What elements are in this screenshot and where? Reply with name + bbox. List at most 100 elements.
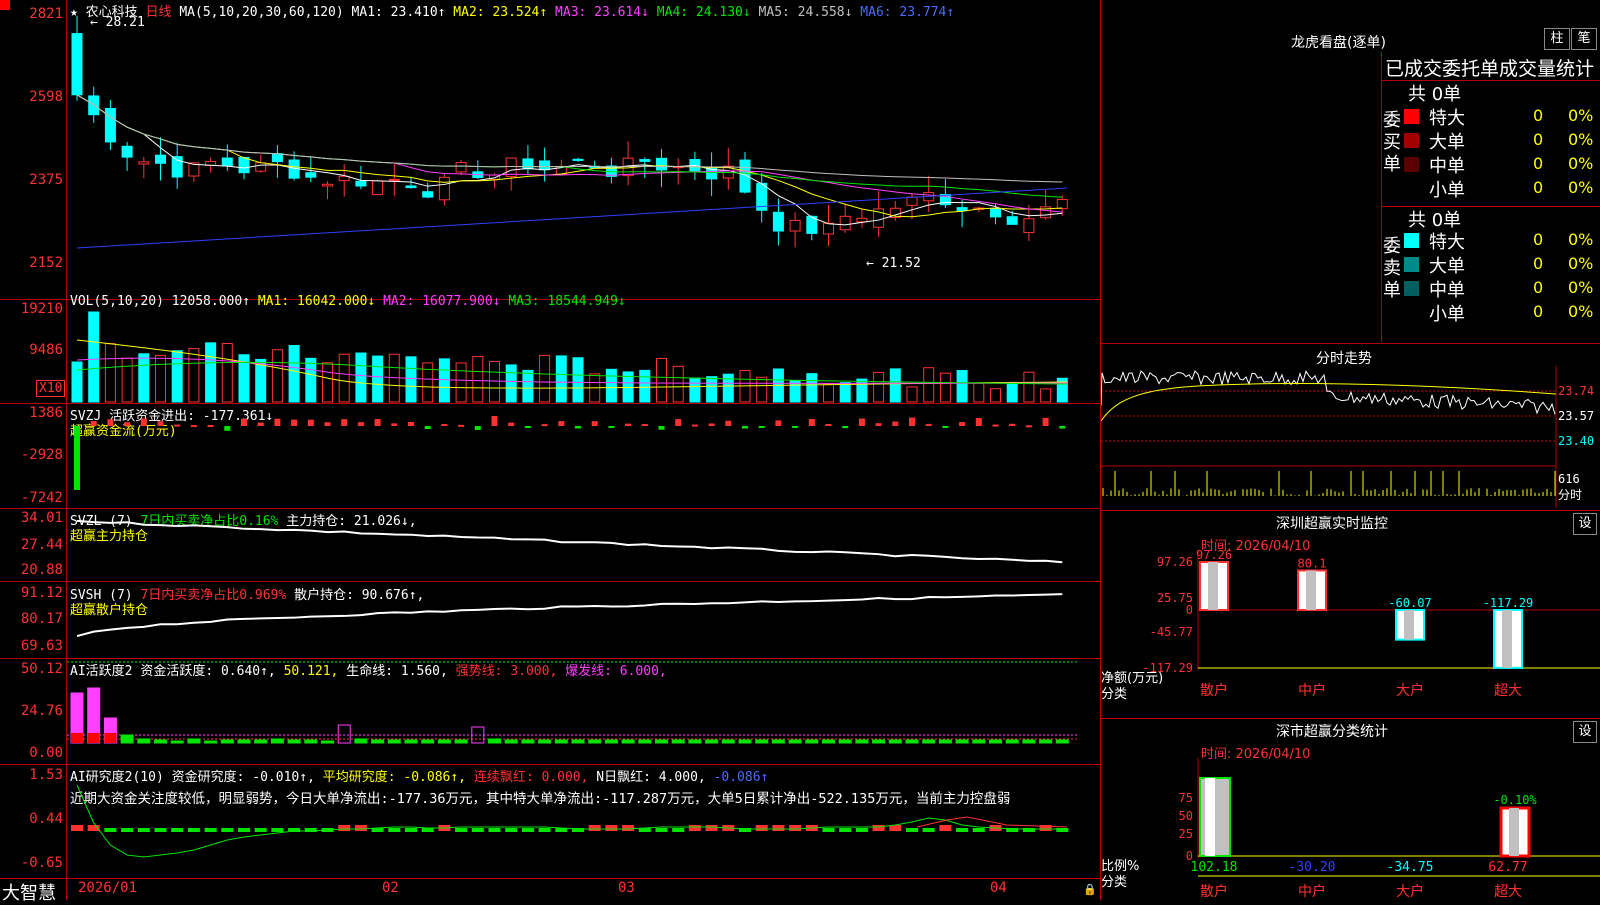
svzj-bar <box>675 419 682 426</box>
volume-bar <box>355 352 367 403</box>
ai1-bar <box>838 739 852 744</box>
candle-body <box>255 162 267 172</box>
class-chart[interactable]: 7550250-0.10%102.18散户-30.20中户-34.75大户62.… <box>1101 758 1600 900</box>
ai2-bar <box>187 828 200 832</box>
svzj-tick: 1386 <box>29 405 63 421</box>
svzj-bar <box>508 422 515 426</box>
pen-mode-button[interactable]: 笔 <box>1571 28 1597 50</box>
ai1-bar <box>571 739 585 744</box>
candle-body <box>772 211 784 232</box>
row-percent: 0% <box>1568 130 1594 149</box>
x-axis-label: 2026/01 <box>78 880 138 896</box>
row-volume: 0 <box>1533 106 1544 125</box>
volume-bar <box>639 369 651 403</box>
lhkp-title: 龙虎看盘(逐单) <box>1291 35 1386 51</box>
candle-body <box>856 217 868 223</box>
ai2-bar <box>922 828 935 832</box>
ai1-bar <box>270 738 284 744</box>
vol-tick: 9486 <box>29 342 63 358</box>
buy-side-label: 委买单 <box>1383 110 1401 175</box>
candle-body <box>422 191 434 198</box>
ai2-bar <box>672 828 685 832</box>
ai1-bar <box>404 739 418 744</box>
volume-bar <box>605 368 617 403</box>
monitor-settings-button[interactable]: 设 <box>1573 513 1597 535</box>
svsh-chart[interactable] <box>67 582 1100 658</box>
svzj-bar <box>408 421 414 426</box>
svzj-bar <box>875 423 882 426</box>
svzj-bar <box>524 426 531 428</box>
volume-bar <box>188 348 200 403</box>
bar-mode-button[interactable]: 柱 <box>1544 28 1570 50</box>
ai2-bar <box>204 828 217 832</box>
svzj-bar <box>291 419 298 426</box>
ai2-bar <box>121 828 134 832</box>
svzj-bar <box>959 422 966 426</box>
ma30-line <box>76 94 1063 198</box>
class-value: 102.18 <box>1191 860 1238 875</box>
row-volume: 0 <box>1533 178 1544 197</box>
ai2-bar <box>789 825 802 831</box>
row-color-swatch <box>1404 133 1419 148</box>
svzj-bar <box>107 419 114 426</box>
divider-class <box>1101 718 1600 719</box>
ai1-bar <box>454 739 468 744</box>
ai1-bar <box>504 739 518 744</box>
volume-chart[interactable] <box>67 300 1100 403</box>
ai2-bar <box>839 828 852 832</box>
ai1-bar <box>437 739 451 744</box>
ai1-bar <box>120 734 134 744</box>
candle-body <box>639 159 651 162</box>
monitor-title: 深圳超赢实时监控 <box>1276 516 1388 532</box>
intraday-tick: 616 <box>1558 472 1580 486</box>
ai1-bar <box>554 739 568 744</box>
ai2-bar <box>221 828 234 832</box>
svzl-chart[interactable] <box>67 509 1100 581</box>
ai1-bar <box>1005 739 1019 744</box>
lock-icon[interactable]: 🔒 <box>1083 883 1097 896</box>
svzj-chart[interactable] <box>67 404 1100 508</box>
ai1-bar <box>321 740 334 744</box>
ai1-chart[interactable] <box>67 659 1100 764</box>
ai1-bar <box>938 739 952 744</box>
stat-header: 已成交委托单成交量统计 <box>1385 58 1595 80</box>
ai2-chart[interactable] <box>67 765 1100 878</box>
monitor-chart[interactable]: 97.2625.750-45.77-117.2997.26散户80.1中户-60… <box>1101 550 1600 715</box>
right-panel: 龙虎看盘(逐单) 柱 笔 已成交委托单成交量统计 共 0单 委买单 特大 0 0% 大… <box>1101 0 1600 900</box>
ai1-bar <box>337 724 351 744</box>
monitor-category: 大户 <box>1396 682 1424 699</box>
candle-body <box>221 157 233 167</box>
svzj-bar <box>190 425 197 428</box>
row-name: 中单 <box>1429 280 1465 301</box>
svsh-tick: 69.63 <box>20 638 63 654</box>
ai2-bar <box>154 828 167 832</box>
intraday-avg-line <box>1101 382 1557 422</box>
svzj-bar <box>324 422 331 426</box>
ai2-bar <box>822 828 835 832</box>
ai2-bar <box>622 825 635 831</box>
ai2-tick: 0.44 <box>29 811 63 827</box>
candle-body <box>155 154 166 164</box>
app-logo[interactable]: 大智慧 <box>2 879 56 905</box>
candle-body <box>305 172 317 178</box>
svzj-bar <box>575 426 581 429</box>
ai2-bar <box>137 828 150 832</box>
intraday-chart[interactable]: 23.74 23.57 23.40 616 分时 <box>1101 366 1600 508</box>
kline-chart[interactable] <box>67 0 1100 299</box>
candle-body <box>121 145 133 158</box>
ai1-bar <box>621 739 635 744</box>
ai2-bar <box>488 828 501 832</box>
volume-bar <box>438 358 450 403</box>
svzj-bar <box>591 421 598 426</box>
ai1-bar <box>354 738 368 744</box>
class-value: -34.75 <box>1387 860 1434 875</box>
svzj-bar <box>474 426 481 431</box>
class-settings-button[interactable]: 设 <box>1573 721 1597 743</box>
row-name: 中单 <box>1429 156 1465 177</box>
ai1-bar <box>237 739 251 744</box>
ai1-base-bar <box>87 733 100 743</box>
svzj-tick: -7242 <box>20 490 63 506</box>
svzj-bar <box>691 424 698 427</box>
svzj-bar <box>708 423 715 426</box>
class-category: 散户 <box>1200 883 1228 900</box>
